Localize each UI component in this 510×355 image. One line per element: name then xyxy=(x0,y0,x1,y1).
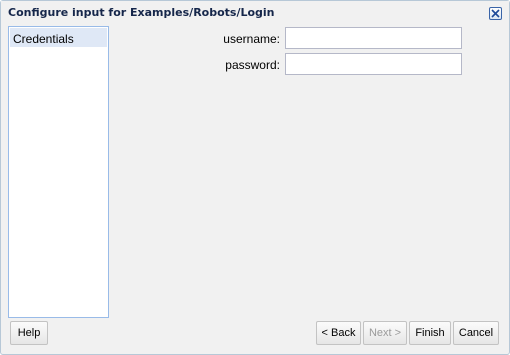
step-item-credentials[interactable]: Credentials xyxy=(10,28,107,47)
username-label: username: xyxy=(223,32,280,46)
finish-button[interactable]: Finish xyxy=(409,321,451,345)
back-button[interactable]: < Back xyxy=(316,321,361,345)
close-icon xyxy=(491,9,500,18)
next-button[interactable]: Next > xyxy=(363,321,407,345)
configure-input-dialog: Configure input for Examples/Robots/Logi… xyxy=(0,0,510,355)
help-button[interactable]: Help xyxy=(10,321,48,345)
username-input[interactable] xyxy=(285,27,462,49)
password-label: password: xyxy=(225,58,280,72)
password-input[interactable] xyxy=(285,53,462,75)
step-list: Credentials xyxy=(8,26,109,318)
close-button[interactable] xyxy=(489,7,502,20)
dialog-titlebar: Configure input for Examples/Robots/Logi… xyxy=(1,1,509,25)
dialog-title: Configure input for Examples/Robots/Logi… xyxy=(8,6,275,19)
password-row: password: xyxy=(118,53,502,77)
cancel-button[interactable]: Cancel xyxy=(453,321,499,345)
username-row: username: xyxy=(118,27,502,51)
dialog-body: Credentials username: password: xyxy=(8,26,502,318)
